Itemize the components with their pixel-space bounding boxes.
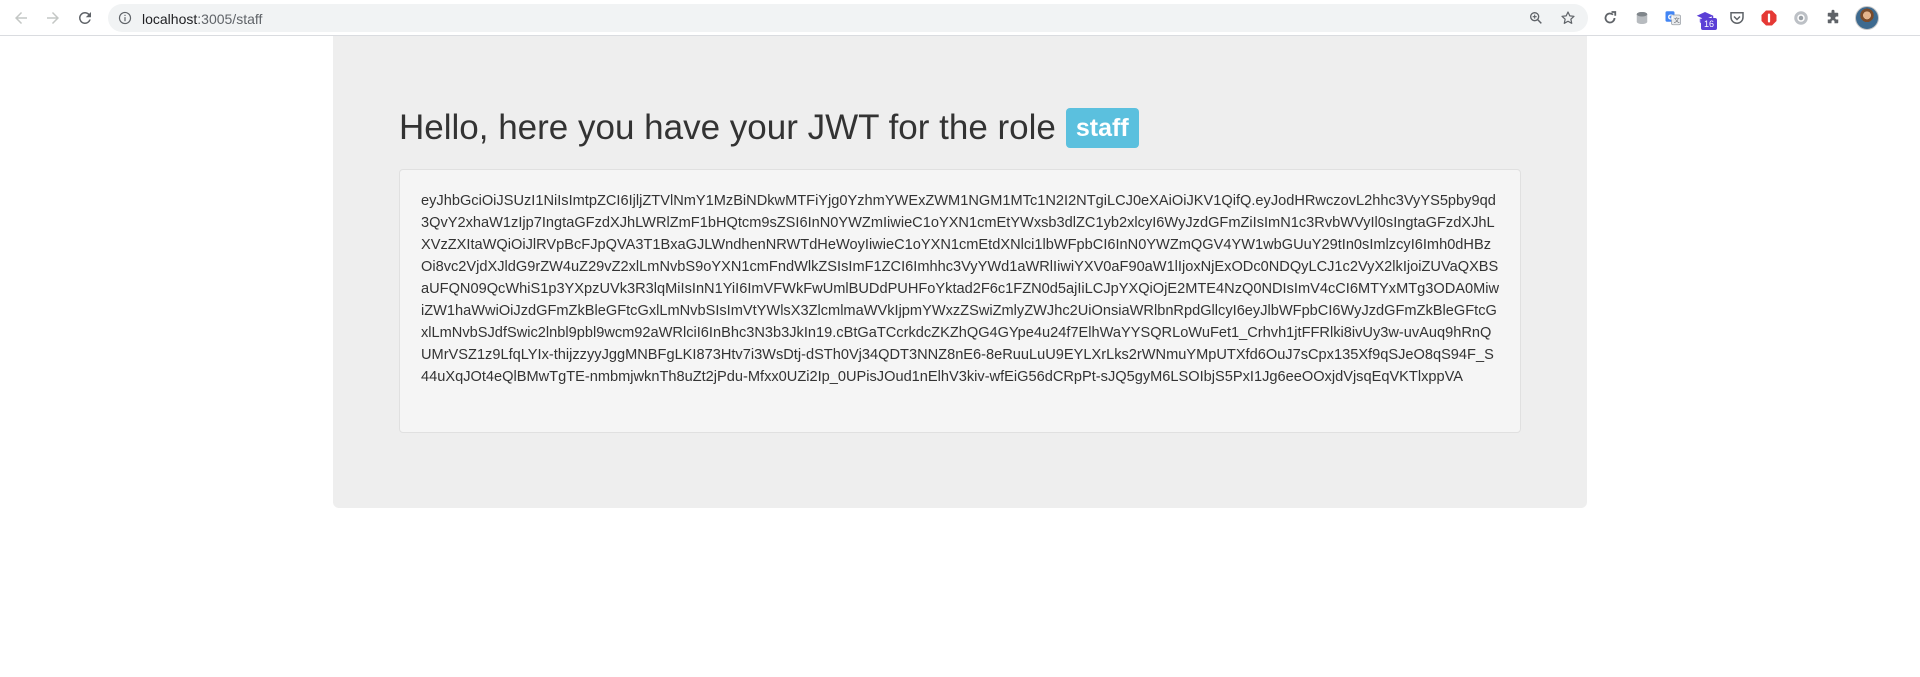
browser-toolbar: localhost:3005/staff G文 16 xyxy=(0,0,1920,36)
extension-stop-icon[interactable] xyxy=(1758,7,1780,29)
jwt-token-text[interactable]: eyJhbGciOiJSUzI1NiIsImtpZCI6IjljZTVlNmY1… xyxy=(421,190,1500,388)
page-heading: Hello, here you have your JWT for the ro… xyxy=(399,108,1139,148)
info-icon[interactable] xyxy=(118,11,132,25)
extension-reload-icon[interactable] xyxy=(1599,7,1621,29)
token-well: eyJhbGciOiJSUzI1NiIsImtpZCI6IjljZTVlNmY1… xyxy=(399,169,1521,433)
url-host: localhost xyxy=(142,11,198,27)
svg-text:文: 文 xyxy=(1674,17,1680,25)
arrow-left-icon xyxy=(15,12,27,24)
extension-count-badge: 16 xyxy=(1701,18,1717,30)
bookmark-star-icon[interactable] xyxy=(1560,10,1576,26)
extension-database-icon[interactable] xyxy=(1631,7,1653,29)
url-path: :3005/staff xyxy=(197,11,263,27)
heading-text: Hello, here you have your JWT for the ro… xyxy=(399,108,1056,147)
svg-text:G: G xyxy=(1668,14,1674,22)
extensions-puzzle-icon[interactable] xyxy=(1822,7,1844,29)
address-bar[interactable]: localhost:3005/staff xyxy=(108,4,1588,32)
reload-button[interactable] xyxy=(72,5,98,31)
extension-pocket-icon[interactable] xyxy=(1726,7,1748,29)
role-badge: staff xyxy=(1065,108,1139,148)
profile-avatar[interactable] xyxy=(1855,6,1879,30)
reload-icon xyxy=(78,11,91,24)
extension-circle-icon[interactable] xyxy=(1790,7,1812,29)
jumbotron-panel: Hello, here you have your JWT for the ro… xyxy=(333,36,1587,508)
url-text[interactable]: localhost:3005/staff xyxy=(142,11,262,27)
forward-button[interactable] xyxy=(40,5,66,31)
zoom-icon[interactable] xyxy=(1528,10,1544,26)
arrow-right-icon xyxy=(47,12,59,24)
extension-translate-icon[interactable]: G文 xyxy=(1662,7,1684,29)
back-button[interactable] xyxy=(8,5,34,31)
